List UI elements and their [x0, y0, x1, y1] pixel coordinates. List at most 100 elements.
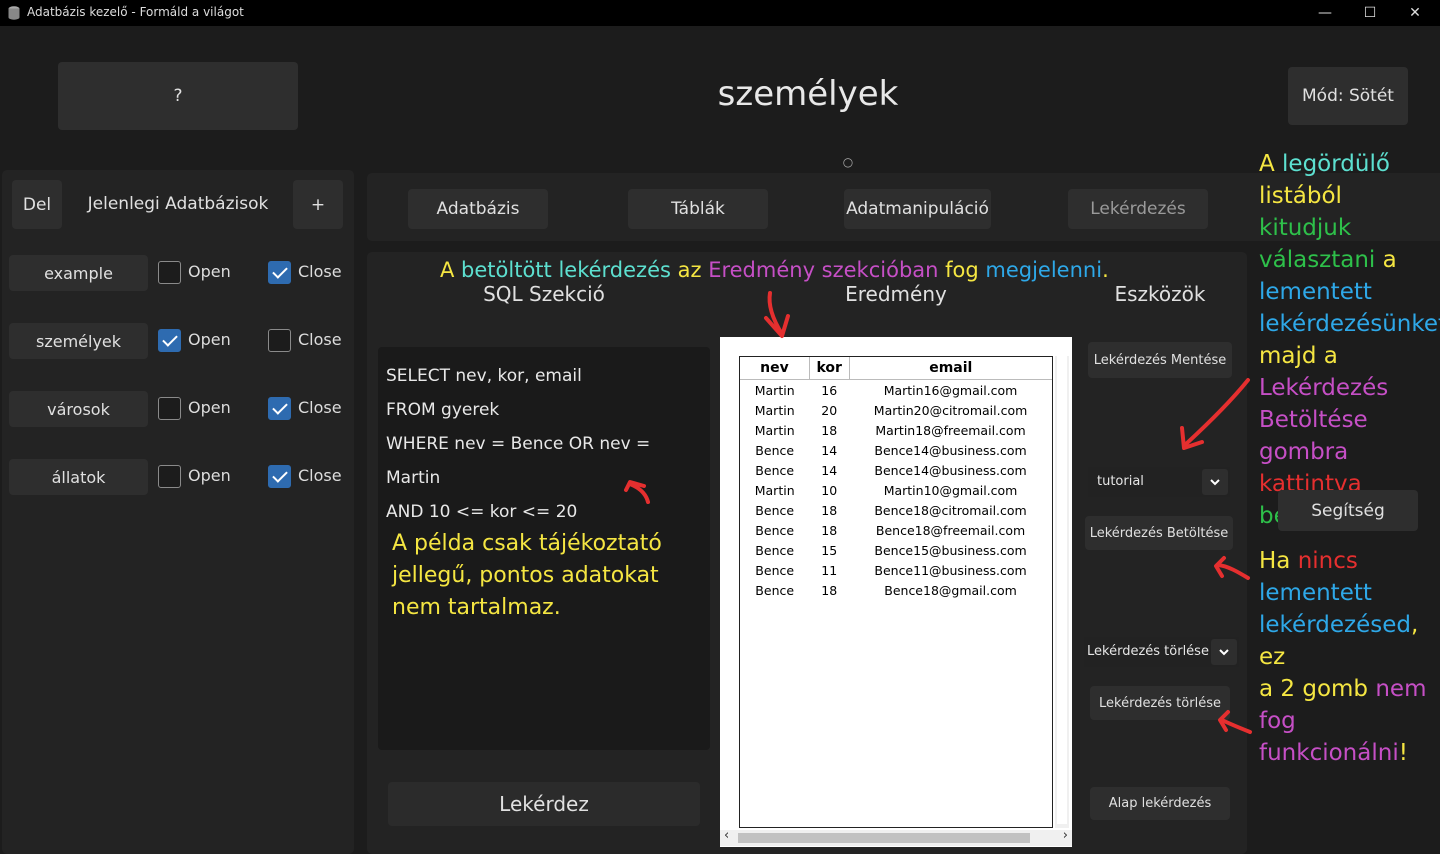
close-checkbox[interactable]: [268, 261, 291, 284]
table-cell: Bence18@gmail.com: [884, 582, 1017, 598]
close-label: Close: [298, 262, 342, 281]
close-label: Close: [298, 466, 342, 485]
tab-adatbazis[interactable]: Adatbázis: [408, 189, 548, 229]
column-header-kor[interactable]: kor: [809, 357, 850, 380]
close-window-button[interactable]: ✕: [1392, 0, 1438, 26]
add-database-button[interactable]: +: [293, 180, 343, 229]
table-row[interactable]: Bence 14 Bence14@business.com: [740, 440, 1052, 460]
column-header-email[interactable]: email: [849, 357, 1052, 380]
table-cell: Bence: [755, 462, 795, 478]
scroll-right-icon[interactable]: ›: [1063, 828, 1068, 843]
tab-tablak[interactable]: Táblák: [628, 189, 768, 229]
window-title: Adatbázis kezelő - Formáld a világot: [27, 5, 244, 19]
annotation-segment: gombra: [1259, 439, 1349, 465]
open-checkbox[interactable]: [158, 261, 181, 284]
database-name[interactable]: állatok: [9, 459, 148, 495]
open-checkbox[interactable]: [158, 329, 181, 352]
open-checkbox[interactable]: [158, 465, 181, 488]
table-cell: 11: [821, 562, 838, 578]
annotation-segment: listából: [1259, 183, 1342, 209]
table-cell: Martin: [754, 422, 795, 438]
save-query-button[interactable]: Lekérdezés Mentése: [1088, 342, 1232, 378]
table-cell: Bence15@business.com: [874, 542, 1027, 558]
annotation-line: Betöltése: [1259, 404, 1440, 436]
table-row[interactable]: Martin 16 Martin16@gmail.com: [740, 380, 1052, 401]
database-icon: [8, 6, 20, 20]
annotation-right-top: A legördülő listából kitudjuk választani a…: [1259, 148, 1440, 532]
annotation-segment: a 2 gomb: [1259, 676, 1376, 702]
close-checkbox[interactable]: [268, 329, 291, 352]
annotation-segment: majd a: [1259, 343, 1338, 369]
minimize-button[interactable]: —: [1302, 0, 1348, 26]
annotation-line: listából kitudjuk: [1259, 180, 1440, 244]
table-cell: Martin: [754, 382, 795, 398]
table-cell: Martin16@gmail.com: [883, 382, 1018, 398]
databases-heading: Jelenlegi Adatbázisok: [87, 194, 269, 214]
open-checkbox[interactable]: [158, 397, 181, 420]
theme-mode-button[interactable]: Mód: Sötét: [1288, 67, 1408, 125]
annotation-segment: az: [670, 258, 709, 282]
database-name[interactable]: example: [9, 255, 148, 291]
result-section-heading: Eredmény: [845, 282, 947, 306]
delete-database-button[interactable]: Del: [12, 180, 62, 229]
help-button[interactable]: Segítség: [1278, 490, 1418, 531]
column-header-nev[interactable]: nev: [740, 357, 810, 380]
table-cell: 18: [821, 502, 838, 518]
table-cell: Martin18@freemail.com: [875, 422, 1026, 438]
delete-query-button[interactable]: Lekérdezés törlése: [1090, 686, 1230, 720]
tab-lekerdezes[interactable]: Lekérdezés: [1068, 189, 1208, 229]
table-row[interactable]: Bence 18 Bence18@freemail.com: [740, 520, 1052, 540]
table-row[interactable]: Bence 18 Bence18@gmail.com: [740, 580, 1052, 600]
table-row[interactable]: Bence 14 Bence14@business.com: [740, 460, 1052, 480]
table-cell: Martin20@citromail.com: [873, 402, 1028, 418]
table-row[interactable]: Martin 18 Martin18@freemail.com: [740, 420, 1052, 440]
load-query-button[interactable]: Lekérdezés Betöltése: [1085, 516, 1233, 550]
table-cell: Martin: [754, 482, 795, 498]
saved-query-select[interactable]: tutorial: [1088, 467, 1230, 497]
annotation-segment: !: [1398, 740, 1408, 766]
annotation-segment: A: [440, 258, 462, 282]
table-cell: Martin: [754, 402, 795, 418]
table-row[interactable]: Bence 11 Bence11@business.com: [740, 560, 1052, 580]
delete-query-select[interactable]: Lekérdezés törlése: [1084, 637, 1239, 667]
tab-adatmanipulacio[interactable]: Adatmanipuláció: [844, 189, 991, 229]
maximize-button[interactable]: ☐: [1347, 0, 1393, 26]
table-row[interactable]: Martin 20 Martin20@citromail.com: [740, 400, 1052, 420]
table-cell: 16: [821, 382, 838, 398]
horizontal-scrollbar[interactable]: ‹ ›: [720, 828, 1072, 846]
default-query-button[interactable]: Alap lekérdezés: [1090, 787, 1230, 820]
chevron-down-icon[interactable]: [1211, 639, 1237, 665]
table-row[interactable]: Bence 18 Bence18@citromail.com: [740, 500, 1052, 520]
sql-line: AND 10 <= kor <= 20: [386, 502, 578, 522]
table-cell: 18: [821, 522, 838, 538]
vertical-scrollbar[interactable]: [1055, 356, 1069, 828]
table-row[interactable]: Bence 15 Bence15@business.com: [740, 540, 1052, 560]
sql-line: SELECT nev, kor, email: [386, 366, 582, 386]
database-name[interactable]: személyek: [9, 323, 148, 359]
help-question-button[interactable]: ?: [58, 62, 298, 130]
table-cell: Bence: [755, 442, 795, 458]
annotation-segment: a: [1375, 247, 1397, 273]
annotation-top: A betöltött lekérdezés az Eredmény szekc…: [440, 258, 1140, 282]
annotation-segment: Ha: [1259, 548, 1298, 574]
annotation-segment: Eredmény szekcióban: [708, 258, 939, 282]
table-cell: 14: [821, 442, 838, 458]
maximize-icon: ☐: [1363, 5, 1377, 21]
database-name[interactable]: városok: [9, 391, 148, 427]
scroll-left-icon[interactable]: ‹: [724, 828, 729, 843]
table-row[interactable]: Martin 10 Martin10@gmail.com: [740, 480, 1052, 500]
chevron-down-icon[interactable]: [1202, 469, 1228, 495]
saved-query-value: tutorial: [1097, 474, 1144, 489]
table-cell: 18: [821, 422, 838, 438]
table-cell: Bence: [755, 582, 795, 598]
close-checkbox[interactable]: [268, 465, 291, 488]
open-label: Open: [188, 262, 231, 281]
annotation-line: választani a: [1259, 244, 1440, 276]
vertical-scroll-thumb[interactable]: [1057, 356, 1067, 824]
horizontal-scroll-thumb[interactable]: [738, 833, 1030, 843]
close-label: Close: [298, 330, 342, 349]
run-query-button[interactable]: Lekérdez: [388, 782, 700, 826]
annotation-segment: lekérdezésed: [1259, 612, 1411, 638]
annotation-segment: nincs: [1297, 548, 1358, 574]
close-checkbox[interactable]: [268, 397, 291, 420]
